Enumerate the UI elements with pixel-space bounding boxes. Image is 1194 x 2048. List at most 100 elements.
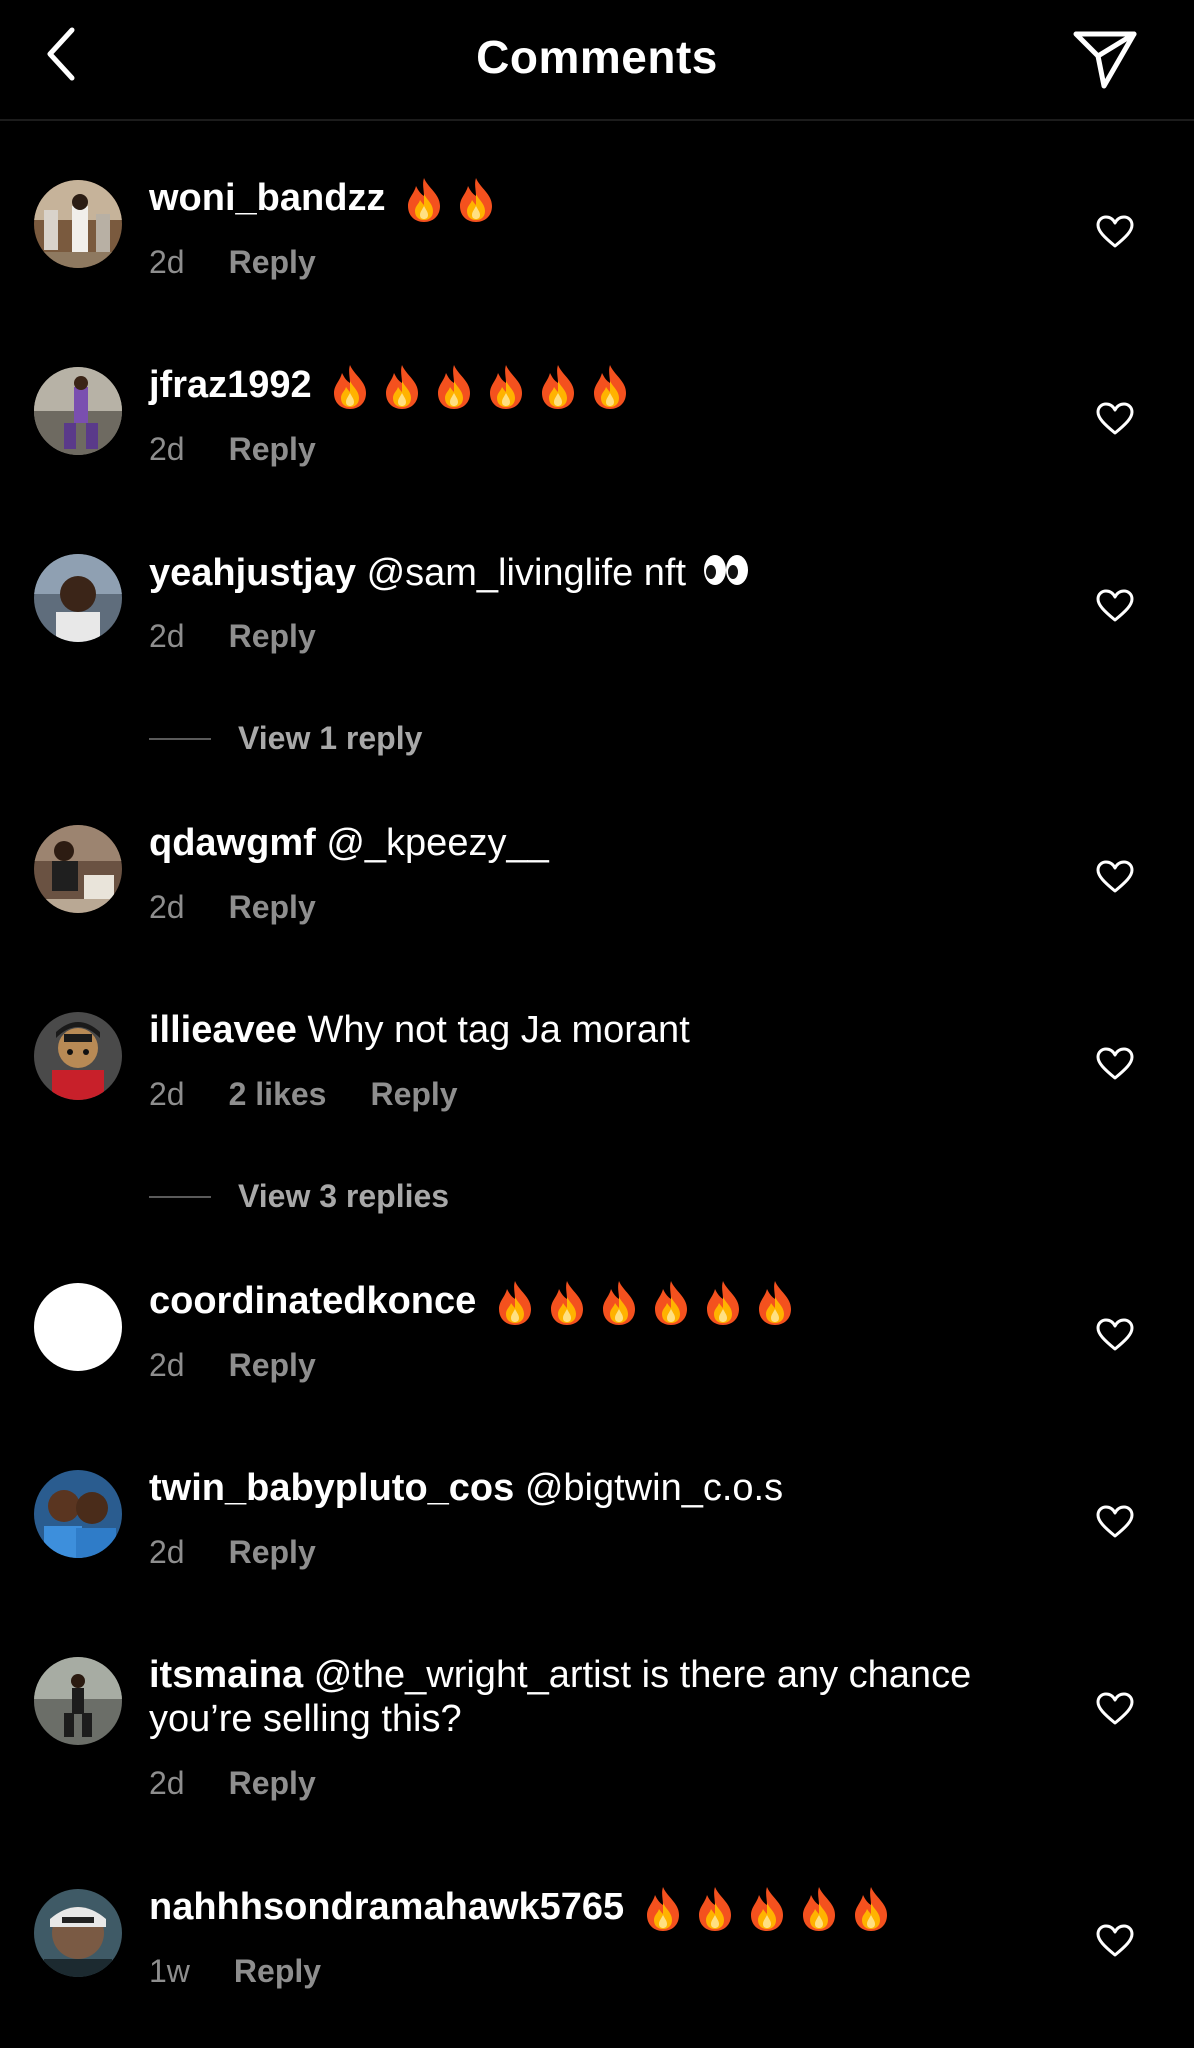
page-title: Comments — [476, 31, 718, 83]
reply-button[interactable]: Reply — [229, 887, 316, 927]
fire-emoji — [460, 178, 493, 222]
comment-time: 2d — [149, 1534, 185, 1570]
comment-time: 2d — [149, 1765, 185, 1801]
fire-emoji — [542, 365, 575, 409]
fire-emoji — [602, 1281, 635, 1325]
comment-text: illieavee Why not tag Ja morant — [149, 1008, 1049, 1052]
comment-username[interactable]: yeahjustjay — [149, 552, 356, 594]
reply-button[interactable]: Reply — [229, 429, 316, 469]
comment-body: Why not tag Ja morant — [307, 1009, 690, 1051]
fire-emoji — [594, 365, 627, 409]
comment-meta: 1w Reply — [149, 1951, 321, 1991]
fire-emoji — [802, 1887, 835, 1931]
heart-icon[interactable] — [1096, 860, 1134, 894]
comment-username[interactable]: nahhhsondramahawk5765 — [149, 1886, 624, 1928]
comment-time: 2d — [149, 431, 185, 467]
comment-username[interactable]: illieavee — [149, 1009, 297, 1051]
comment-time: 2d — [149, 889, 185, 925]
fire-emoji — [490, 365, 523, 409]
comment-username[interactable]: coordinatedkonce — [149, 1280, 476, 1322]
heart-icon[interactable] — [1096, 1924, 1134, 1958]
comment-time: 1w — [149, 1953, 190, 1989]
view-replies-label: View 1 reply — [238, 720, 423, 756]
comment-meta: 2d Reply — [149, 887, 316, 927]
comment-meta: 2d Reply — [149, 1763, 316, 1803]
fire-emoji — [750, 1887, 783, 1931]
reply-button[interactable]: Reply — [234, 1951, 321, 1991]
comment-username[interactable]: qdawgmf — [149, 822, 316, 864]
divider — [149, 738, 211, 740]
comment-text: jfraz1992 — [149, 363, 1049, 411]
heart-icon[interactable] — [1096, 1047, 1134, 1081]
eyes-emoji — [701, 550, 751, 600]
fire-emojis — [322, 364, 634, 409]
comment-text: woni_bandzz — [149, 176, 1049, 224]
comment-meta: 2d Reply — [149, 429, 316, 469]
comment-meta: 2d Reply — [149, 1345, 316, 1385]
avatar[interactable] — [34, 1470, 122, 1558]
reply-button[interactable]: Reply — [229, 1763, 316, 1803]
comment-time: 2d — [149, 244, 185, 280]
fire-emoji — [438, 365, 471, 409]
comment-meta: 2d Reply — [149, 1532, 316, 1572]
divider — [149, 1196, 211, 1198]
comment-username[interactable]: jfraz1992 — [149, 364, 312, 406]
comment-username[interactable]: itsmaina — [149, 1654, 303, 1696]
reply-button[interactable]: Reply — [229, 242, 316, 282]
heart-icon[interactable] — [1096, 1692, 1134, 1726]
header-bar: Comments — [0, 0, 1194, 121]
paper-plane-icon — [1073, 31, 1137, 89]
fire-emoji — [698, 1887, 731, 1931]
comment-time: 2d — [149, 618, 185, 654]
reply-button[interactable]: Reply — [229, 1532, 316, 1572]
comment-meta: 2d Reply — [149, 616, 316, 656]
comment-text: itsmaina @the_wright_artist is there any… — [149, 1653, 1049, 1741]
comment-text: yeahjustjay @sam_livinglife nft — [149, 550, 1049, 600]
fire-emoji — [386, 365, 419, 409]
fire-emoji — [654, 1281, 687, 1325]
comment-body[interactable]: @bigtwin_c.o.s — [525, 1467, 783, 1509]
fire-emojis — [487, 1280, 799, 1325]
likes-count[interactable]: 2 likes — [229, 1074, 327, 1114]
reply-button[interactable]: Reply — [370, 1074, 457, 1114]
fire-emoji — [758, 1281, 791, 1325]
avatar[interactable] — [34, 180, 122, 268]
fire-emoji — [706, 1281, 739, 1325]
comment-text: twin_babypluto_cos @bigtwin_c.o.s — [149, 1466, 1049, 1510]
fire-emojis — [635, 1886, 895, 1931]
view-replies-label: View 3 replies — [238, 1178, 450, 1214]
fire-emoji — [408, 178, 441, 222]
reply-button[interactable]: Reply — [229, 616, 316, 656]
heart-icon[interactable] — [1096, 589, 1134, 623]
avatar[interactable] — [34, 1012, 122, 1100]
avatar[interactable] — [34, 825, 122, 913]
fire-emojis — [396, 177, 500, 222]
heart-icon[interactable] — [1096, 1505, 1134, 1539]
heart-icon[interactable] — [1096, 215, 1134, 249]
comment-meta: 2d 2 likes Reply — [149, 1074, 458, 1114]
avatar[interactable] — [34, 1657, 122, 1745]
comment-time: 2d — [149, 1076, 185, 1112]
comment-text: qdawgmf @_kpeezy__ — [149, 821, 1049, 865]
heart-icon[interactable] — [1096, 1318, 1134, 1352]
comment-username[interactable]: woni_bandzz — [149, 177, 385, 219]
avatar[interactable] — [34, 554, 122, 642]
comment-text: coordinatedkonce — [149, 1279, 1049, 1327]
fire-emoji — [498, 1281, 531, 1325]
comment-body[interactable]: @_kpeezy__ — [326, 822, 548, 864]
avatar[interactable] — [34, 367, 122, 455]
fire-emoji — [646, 1887, 679, 1931]
comment-body[interactable]: @sam_livinglife nft — [367, 552, 686, 594]
avatar[interactable] — [34, 1283, 122, 1371]
fire-emoji — [550, 1281, 583, 1325]
comment-meta: 2d Reply — [149, 242, 316, 282]
share-button[interactable] — [1070, 26, 1140, 92]
fire-emoji — [334, 365, 367, 409]
fire-emoji — [854, 1887, 887, 1931]
comment-text: nahhhsondramahawk5765 — [149, 1885, 1049, 1933]
avatar[interactable] — [34, 1889, 122, 1977]
comment-username[interactable]: twin_babypluto_cos — [149, 1467, 514, 1509]
comment-time: 2d — [149, 1347, 185, 1383]
reply-button[interactable]: Reply — [229, 1345, 316, 1385]
heart-icon[interactable] — [1096, 402, 1134, 436]
